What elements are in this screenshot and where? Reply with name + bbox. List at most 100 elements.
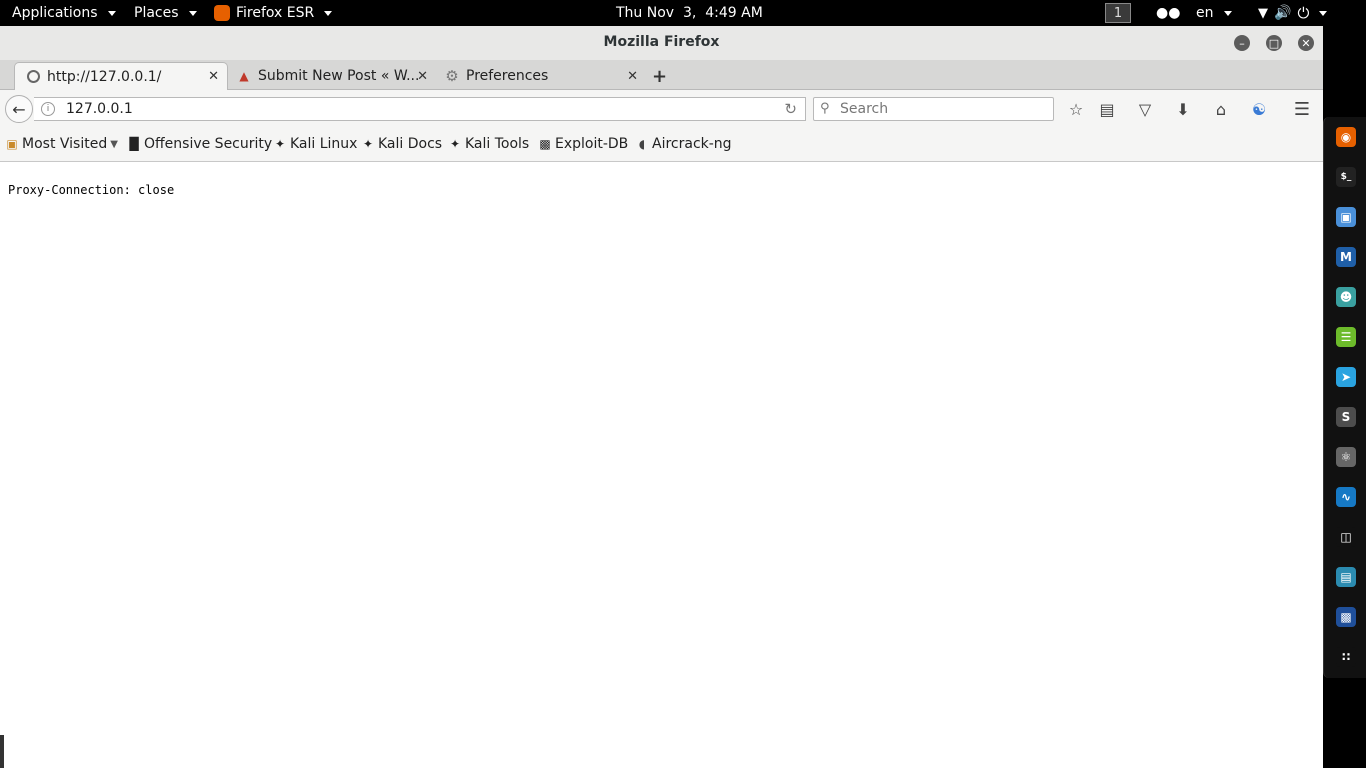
tab-close-icon[interactable]: ✕ — [208, 69, 219, 84]
armitage-icon[interactable]: ☻ — [1336, 287, 1356, 307]
bookmarks-menu-icon[interactable]: ▤ — [1097, 99, 1117, 119]
app-grid-icon[interactable]: ∷ — [1336, 647, 1356, 667]
search-icon: ⚲ — [820, 101, 830, 116]
search-input[interactable] — [840, 100, 1040, 118]
chevron-down-icon — [107, 10, 116, 16]
reload-icon[interactable]: ↻ — [784, 100, 797, 118]
bookmark-most-visited[interactable]: ▣ Most Visited ▼ — [5, 136, 118, 152]
chevron-down-icon — [1223, 10, 1232, 16]
bookmark-star-icon[interactable]: ☆ — [1066, 99, 1086, 119]
places-label: Places — [134, 5, 179, 21]
tab-close-icon[interactable]: ✕ — [627, 69, 638, 84]
video-icon[interactable]: ●● — [1156, 0, 1180, 26]
gear-icon: ⚙ — [445, 67, 459, 85]
top-bar: Applications Places Firefox ESR Thu Nov … — [0, 0, 1366, 26]
telegram-icon[interactable]: ➤ — [1336, 367, 1356, 387]
bookmark-label: Most Visited — [22, 136, 108, 152]
tab-localhost[interactable]: http://127.0.0.1/ ✕ — [14, 62, 228, 90]
clock[interactable]: Thu Nov 3, 4:49 AM — [616, 0, 763, 26]
tab-label: Preferences — [466, 68, 549, 84]
bookmark-offensive-security[interactable]: █ Offensive Security — [127, 136, 272, 152]
chevron-down-icon — [324, 10, 333, 16]
bookmark-aircrack-ng[interactable]: ◖ Aircrack-ng — [635, 136, 732, 152]
workspace-number: 1 — [1105, 3, 1131, 23]
offsec-icon: █ — [129, 137, 139, 151]
home-icon[interactable]: ⌂ — [1211, 99, 1231, 119]
bookmark-label: Kali Docs — [378, 136, 443, 152]
power-icon: ⏻ — [1297, 4, 1310, 22]
info-icon[interactable]: i — [41, 102, 55, 116]
window-title: Mozilla Firefox — [603, 34, 720, 50]
url-bar[interactable]: i ↻ — [34, 97, 806, 121]
chevron-down-icon — [188, 10, 197, 16]
bookmark-label: Aircrack-ng — [652, 136, 732, 152]
page-content: Proxy-Connection: close — [0, 162, 1323, 768]
bookmarks-toolbar: ▣ Most Visited ▼ █ Offensive Security ✦ … — [0, 128, 1323, 162]
dock: ◉ $_ ▣ M ☻ ☰ ➤ S ⚛ ∿ ◫ ▤ ▩ ∷ — [1323, 117, 1366, 678]
minimize-button[interactable]: – — [1234, 35, 1250, 51]
language-label: en — [1196, 5, 1214, 21]
bookmark-kali-tools[interactable]: ✦ Kali Tools — [448, 136, 529, 152]
pocket-icon[interactable]: ▽ — [1135, 99, 1155, 119]
tab-submit-post[interactable]: ▲ Submit New Post « W... ✕ — [226, 62, 436, 90]
volume-icon: 🔊 — [1274, 5, 1292, 21]
clock-label: Thu Nov 3, 4:49 AM — [616, 5, 763, 21]
kali-icon: ✦ — [362, 137, 374, 151]
page-icon — [25, 69, 41, 85]
new-tab-button[interactable]: + — [652, 66, 667, 87]
bookmark-label: Kali Linux — [290, 136, 358, 152]
workspace-indicator[interactable]: 1 — [1105, 0, 1131, 26]
bookmark-kali-docs[interactable]: ✦ Kali Docs — [361, 136, 442, 152]
close-button[interactable]: ✕ — [1298, 35, 1314, 51]
notes-icon[interactable]: ☰ — [1336, 327, 1356, 347]
bookmark-label: Kali Tools — [465, 136, 530, 152]
maximize-button[interactable]: □ — [1266, 35, 1282, 51]
title-bar[interactable]: Mozilla Firefox – □ ✕ — [0, 26, 1323, 60]
places-menu[interactable]: Places — [134, 0, 197, 26]
app-menu-label: Firefox ESR — [236, 5, 315, 21]
firefox-window: Mozilla Firefox – □ ✕ http://127.0.0.1/ … — [0, 26, 1323, 768]
tab-label: http://127.0.0.1/ — [47, 68, 162, 85]
bookmark-label: Exploit-DB — [555, 136, 629, 152]
wireshark-icon[interactable]: ∿ — [1336, 487, 1356, 507]
exploitdb-icon: ▩ — [539, 137, 551, 151]
app-menu[interactable]: Firefox ESR — [214, 0, 333, 26]
back-button[interactable]: ← — [5, 95, 33, 123]
monitor-icon[interactable]: ▤ — [1336, 567, 1356, 587]
aircrack-icon: ◖ — [638, 137, 646, 151]
folder-icon: ▣ — [6, 137, 18, 151]
wifi-icon: ▼ — [1258, 5, 1268, 21]
applications-label: Applications — [12, 5, 98, 21]
flame-icon: ▲ — [239, 69, 249, 83]
bookmark-exploit-db[interactable]: ▩ Exploit-DB — [538, 136, 628, 152]
system-status[interactable]: ▼ 🔊 ⏻ — [1258, 0, 1328, 26]
firefox-icon — [214, 5, 230, 21]
vbox-icon[interactable]: ▩ — [1336, 607, 1356, 627]
language-menu[interactable]: en — [1196, 0, 1232, 26]
files-icon[interactable]: ▣ — [1336, 207, 1356, 227]
navigation-toolbar: ← i ↻ ⚲ ☆ ▤ ▽ ⬇ ⌂ ☯ ☰ — [0, 90, 1323, 128]
metasploit-icon[interactable]: M — [1336, 247, 1356, 267]
corner-hot-area — [0, 735, 4, 768]
firefox-icon[interactable]: ◉ — [1336, 127, 1356, 147]
tab-preferences[interactable]: ⚙ Preferences ✕ — [434, 62, 646, 90]
chevron-down-icon — [1319, 10, 1328, 16]
tab-label: Submit New Post « W... — [258, 68, 420, 84]
trash-icon[interactable]: ◫ — [1336, 527, 1356, 547]
chevron-down-icon: ▼ — [110, 138, 118, 150]
bookmark-label: Offensive Security — [144, 136, 273, 152]
tab-close-icon[interactable]: ✕ — [417, 69, 428, 84]
url-input[interactable] — [66, 100, 766, 118]
translate-icon[interactable]: ☯ — [1249, 99, 1269, 119]
search-bar[interactable]: ⚲ — [813, 97, 1054, 121]
sublime-icon[interactable]: S — [1336, 407, 1356, 427]
kali-icon: ✦ — [274, 137, 286, 151]
applications-menu[interactable]: Applications — [12, 0, 116, 26]
page-body-text: Proxy-Connection: close — [8, 183, 175, 197]
hamburger-menu-icon[interactable]: ☰ — [1292, 99, 1312, 120]
downloads-icon[interactable]: ⬇ — [1173, 99, 1193, 119]
atom-icon[interactable]: ⚛ — [1336, 447, 1356, 467]
terminal-icon[interactable]: $_ — [1336, 167, 1356, 187]
bookmark-kali-linux[interactable]: ✦ Kali Linux — [273, 136, 358, 152]
arrow-left-icon: ← — [12, 99, 26, 119]
